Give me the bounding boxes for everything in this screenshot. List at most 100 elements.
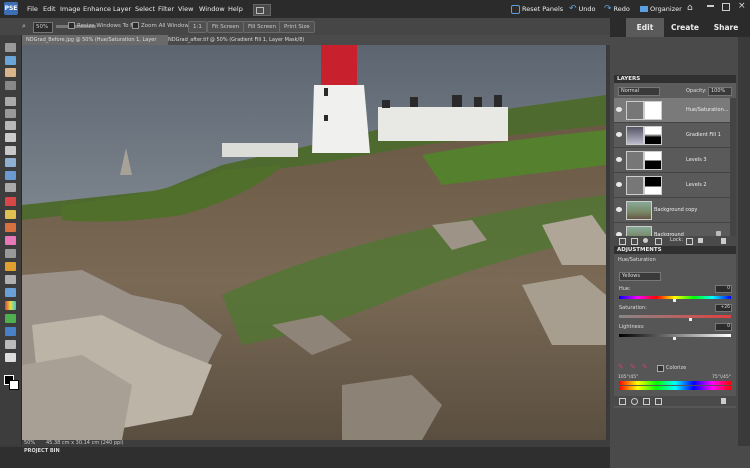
channel-select[interactable]: Yellows xyxy=(619,272,661,281)
content-aware-move-tool-icon[interactable] xyxy=(5,353,16,362)
colorize-checkbox[interactable] xyxy=(657,365,664,372)
saturation-value[interactable]: +26 xyxy=(715,304,732,312)
straighten-tool-icon[interactable] xyxy=(5,183,16,192)
trash-icon[interactable] xyxy=(721,398,726,404)
layer-row[interactable]: Levels 3 xyxy=(614,148,730,173)
hue-value[interactable]: 0 xyxy=(715,285,732,293)
tab-share[interactable]: Share xyxy=(706,18,746,37)
undo-button[interactable]: ↶ Undo xyxy=(569,0,596,18)
image-canvas[interactable] xyxy=(22,45,606,440)
menu-enhance[interactable]: Enhance xyxy=(83,0,111,18)
reset-icon[interactable] xyxy=(643,398,650,405)
clone-stamp-tool-icon[interactable] xyxy=(5,223,16,232)
resize-windows-checkbox[interactable]: Resize Windows To Fit xyxy=(68,22,137,31)
cookie-cutter-tool-icon[interactable] xyxy=(5,171,16,180)
maximize-icon[interactable] xyxy=(722,3,730,11)
menu-edit[interactable]: Edit xyxy=(43,0,56,18)
background-color-swatch[interactable] xyxy=(9,380,19,390)
pencil-tool-icon[interactable] xyxy=(5,249,16,258)
hand-tool-icon[interactable] xyxy=(5,68,16,77)
layers-scrollbar[interactable] xyxy=(730,98,736,247)
blur-tool-icon[interactable] xyxy=(5,327,16,336)
layer-row[interactable]: Hue/Saturation... xyxy=(614,98,730,123)
eraser-tool-icon[interactable] xyxy=(5,236,16,245)
home-icon[interactable]: ⌂ xyxy=(687,3,693,13)
visibility-eye-icon[interactable] xyxy=(616,107,622,112)
doc-tab-after[interactable]: NDGrad_after.tif @ 50% (Gradient Fill 1,… xyxy=(164,35,310,53)
workspace-dropdown[interactable] xyxy=(253,4,271,16)
fit-screen-button[interactable]: Fit Screen xyxy=(207,21,245,33)
toggle-visibility-icon[interactable] xyxy=(631,398,638,405)
close-icon[interactable]: × xyxy=(738,1,746,11)
adjustment-layer-icon[interactable] xyxy=(643,238,648,243)
hue-slider-thumb[interactable] xyxy=(673,299,676,302)
type-tool-icon[interactable] xyxy=(5,146,16,155)
healing-brush-tool-icon[interactable] xyxy=(5,210,16,219)
checkbox[interactable] xyxy=(132,22,139,29)
minimize-icon[interactable] xyxy=(707,5,714,7)
visibility-eye-icon[interactable] xyxy=(616,132,622,137)
zoom-all-windows-checkbox[interactable]: Zoom All Windows xyxy=(132,22,192,31)
project-bin-label[interactable]: PROJECT BIN xyxy=(24,448,60,454)
shape-tool-icon[interactable] xyxy=(5,314,16,323)
brush-tool-icon[interactable] xyxy=(5,262,16,271)
doc-tab-before[interactable]: NDGrad_Before.jpg @ 50% (Hue/Saturation … xyxy=(22,35,168,53)
eyedropper-subtract-icon[interactable]: ✎ xyxy=(642,363,648,371)
lock-all-icon[interactable] xyxy=(698,238,703,243)
layer-row[interactable]: Background copy xyxy=(614,198,730,223)
tab-create[interactable]: Create xyxy=(666,18,704,37)
gradient-tool-icon[interactable] xyxy=(5,301,16,310)
menu-file[interactable]: File xyxy=(27,0,38,18)
lightness-slider-thumb[interactable] xyxy=(673,337,676,340)
smart-brush-tool-icon[interactable] xyxy=(5,275,16,284)
redo-button[interactable]: ↷ Redo xyxy=(604,0,630,18)
add-mask-icon[interactable] xyxy=(655,238,662,245)
menu-image[interactable]: Image xyxy=(60,0,80,18)
organizer-button[interactable]: Organizer xyxy=(640,0,682,18)
new-layer-icon[interactable] xyxy=(619,238,626,245)
marquee-tool-icon[interactable] xyxy=(5,97,16,106)
previous-state-icon[interactable] xyxy=(655,398,662,405)
visibility-eye-icon[interactable] xyxy=(616,207,622,212)
color-range-bar-bottom[interactable] xyxy=(619,386,731,390)
blend-mode-select[interactable]: Normal xyxy=(618,87,660,96)
reset-panels-button[interactable]: Reset Panels xyxy=(511,0,563,18)
menu-filter[interactable]: Filter xyxy=(158,0,174,18)
layer-row[interactable]: Levels 2 xyxy=(614,173,730,198)
panel-scrollbar[interactable] xyxy=(738,37,750,446)
clip-to-layer-icon[interactable] xyxy=(619,398,626,405)
lasso-tool-icon[interactable] xyxy=(5,109,16,118)
move-tool-icon[interactable] xyxy=(5,43,16,52)
tab-edit[interactable]: Edit xyxy=(626,18,664,37)
new-group-icon[interactable] xyxy=(631,238,638,245)
red-eye-tool-icon[interactable] xyxy=(5,197,16,206)
quick-selection-tool-icon[interactable] xyxy=(5,133,16,142)
magic-wand-tool-icon[interactable] xyxy=(5,121,16,130)
fill-screen-button[interactable]: Fill Screen xyxy=(243,21,282,33)
lock-transparency-icon[interactable] xyxy=(686,238,693,245)
layer-row[interactable]: Gradient Fill 1 xyxy=(614,123,730,148)
sponge-tool-icon[interactable] xyxy=(5,340,16,349)
lightness-value[interactable]: 0 xyxy=(715,323,732,331)
print-size-button[interactable]: Print Size xyxy=(279,21,315,33)
menu-window[interactable]: Window xyxy=(199,0,225,18)
menu-help[interactable]: Help xyxy=(228,0,243,18)
opacity-field[interactable]: 100% xyxy=(708,87,732,96)
menu-layer[interactable]: Layer xyxy=(113,0,131,18)
trash-icon[interactable] xyxy=(721,238,726,244)
eyedropper-add-icon[interactable]: ✎ xyxy=(630,363,636,371)
saturation-slider[interactable] xyxy=(619,315,731,318)
visibility-eye-icon[interactable] xyxy=(616,157,622,162)
zoom-field[interactable]: 50% xyxy=(33,22,53,33)
saturation-slider-thumb[interactable] xyxy=(689,318,692,321)
visibility-eye-icon[interactable] xyxy=(616,182,622,187)
menu-select[interactable]: Select xyxy=(135,0,155,18)
zoom-tool-icon[interactable] xyxy=(5,56,16,65)
menu-view[interactable]: View xyxy=(178,0,193,18)
eyedropper-tool-icon[interactable] xyxy=(5,81,16,90)
checkbox[interactable] xyxy=(68,22,75,29)
actual-pixels-button[interactable]: 1:1 xyxy=(188,21,207,33)
crop-tool-icon[interactable] xyxy=(5,158,16,167)
paint-bucket-tool-icon[interactable] xyxy=(5,288,16,297)
eyedropper-icon[interactable]: ✎ xyxy=(618,363,624,371)
